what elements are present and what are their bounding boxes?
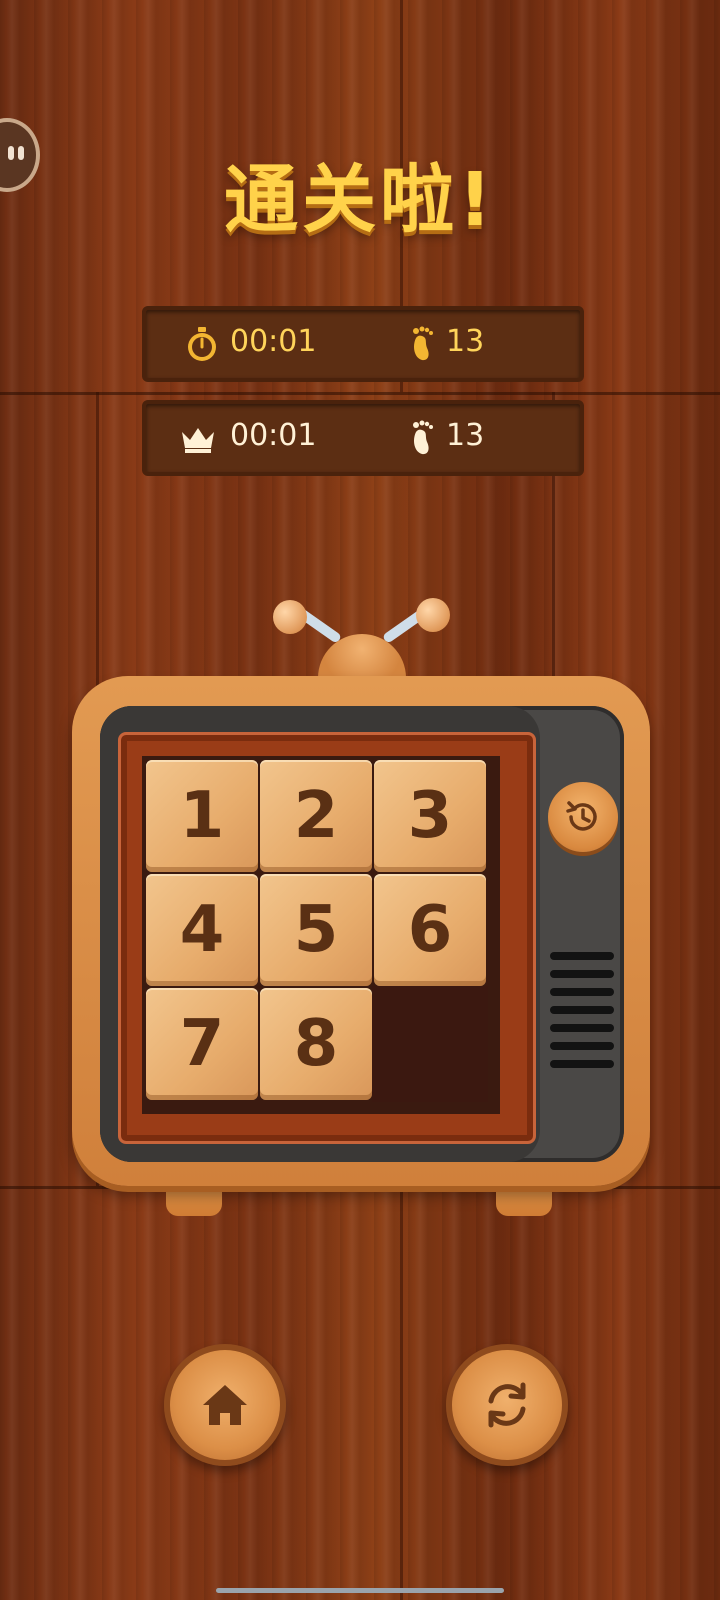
system-home-indicator[interactable] [216,1588,504,1593]
tv-speaker-slot [550,1060,614,1068]
refresh-icon [488,1382,526,1428]
puzzle-tile-4[interactable]: 4 [146,874,258,986]
current-steps-value: 13 [446,324,485,359]
footprint-icon [413,420,433,455]
tv-speaker-slot [550,988,614,996]
stopwatch-icon [188,327,216,361]
puzzle-tile-3[interactable]: 3 [374,760,486,872]
current-result-bar: 00:01 13 [142,306,584,382]
tv-antenna-ball-right [416,598,450,632]
tv-speaker-slot [550,952,614,960]
tv-speaker-slot [550,970,614,978]
wood-seam [400,1186,403,1600]
current-time-value: 00:01 [230,324,317,359]
best-steps-value: 13 [446,418,485,453]
puzzle-board: 123 456 78 [142,756,500,1114]
puzzle-tile-6[interactable]: 6 [374,874,486,986]
puzzle-tile-5[interactable]: 5 [260,874,372,986]
restart-button[interactable] [446,1344,568,1466]
home-icon [203,1385,247,1425]
best-result-bar: 00:01 13 [142,400,584,476]
tv-speaker-slot [550,1042,614,1050]
tv-speaker-slot [550,1006,614,1014]
crown-icon [182,428,214,453]
puzzle-tile-1[interactable]: 1 [146,760,258,872]
wood-seam [0,392,720,395]
level-complete-title: 通关啦! [224,157,496,243]
puzzle-tile-2[interactable]: 2 [260,760,372,872]
history-icon [566,801,597,831]
home-button[interactable] [164,1344,286,1466]
tv-speaker-slot [550,1024,614,1032]
game-screen: 通关啦! 00:01 13 00:01 13 1 2 3 4 5 6 7 8 [0,0,720,1600]
footprint-icon [413,326,433,361]
empty-slot [372,986,488,1102]
tv-antenna-ball-left [273,600,307,634]
best-time-value: 00:01 [230,418,317,453]
undo-button[interactable] [548,782,618,852]
puzzle-tile-7[interactable]: 7 [146,988,258,1100]
puzzle-tile-8[interactable]: 8 [260,988,372,1100]
wood-seam [0,1186,720,1189]
